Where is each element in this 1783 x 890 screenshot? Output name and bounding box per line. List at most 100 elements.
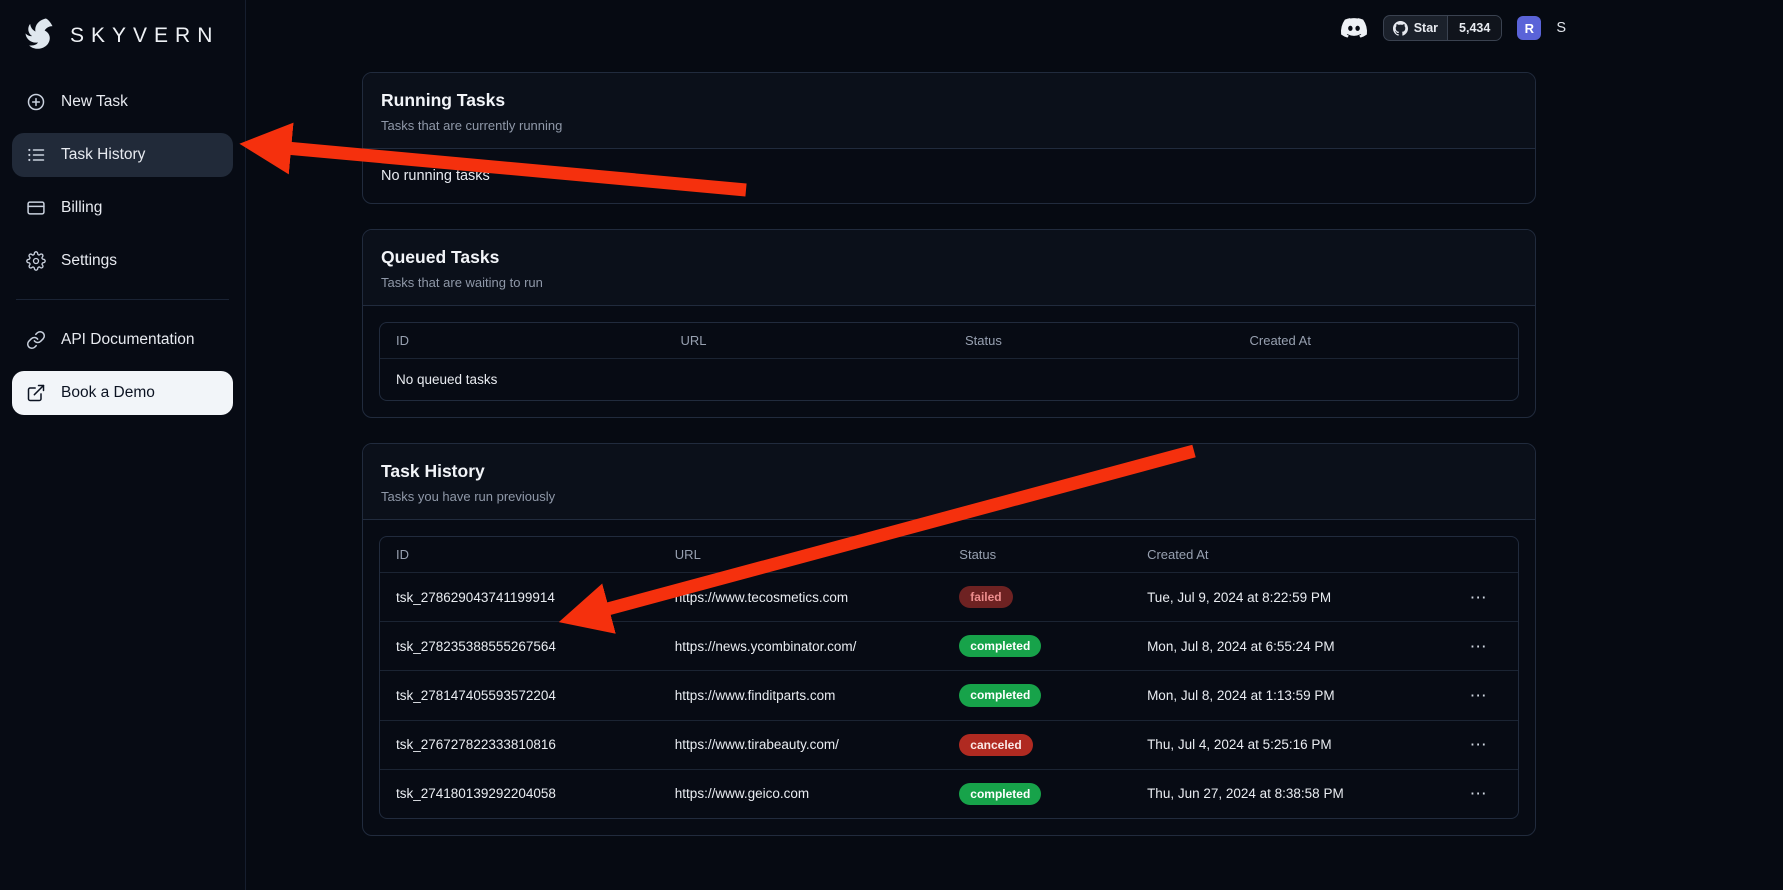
cell-url: https://www.geico.com xyxy=(659,769,944,818)
column-header-created-at: Created At xyxy=(1131,537,1438,573)
history-table-body: tsk_278629043741199914 https://www.tecos… xyxy=(380,573,1518,818)
cell-created: Thu, Jul 4, 2024 at 5:25:16 PM xyxy=(1131,720,1438,769)
task-history-table: ID URL Status Created At tsk_27862904374… xyxy=(379,536,1519,819)
card-title: Queued Tasks xyxy=(381,247,1517,268)
link-icon xyxy=(26,330,46,350)
sidebar-item-api-documentation[interactable]: API Documentation xyxy=(12,318,233,362)
cell-actions: ⋯ xyxy=(1438,622,1518,671)
cell-created: Mon, Jul 8, 2024 at 1:13:59 PM xyxy=(1131,671,1438,720)
cell-status: completed xyxy=(943,769,1131,818)
status-badge: completed xyxy=(959,684,1041,706)
table-row[interactable]: tsk_278147405593572204 https://www.findi… xyxy=(380,671,1518,720)
cell-url: https://news.ycombinator.com/ xyxy=(659,622,944,671)
running-tasks-card: Running Tasks Tasks that are currently r… xyxy=(362,72,1536,204)
cell-id: tsk_278235388555267564 xyxy=(380,622,659,671)
github-star-count[interactable]: 5,434 xyxy=(1447,16,1501,40)
card-subtitle: Tasks you have run previously xyxy=(381,489,1517,504)
github-star-label: Star xyxy=(1414,21,1438,35)
column-header-status: Status xyxy=(943,537,1131,573)
card-subtitle: Tasks that are currently running xyxy=(381,118,1517,133)
queued-tasks-card: Queued Tasks Tasks that are waiting to r… xyxy=(362,229,1536,418)
column-header-id: ID xyxy=(380,537,659,573)
plus-circle-icon xyxy=(26,92,46,112)
sidebar-item-task-history[interactable]: Task History xyxy=(12,133,233,177)
row-actions-button[interactable]: ⋯ xyxy=(1462,687,1495,704)
cell-actions: ⋯ xyxy=(1438,671,1518,720)
table-row[interactable]: tsk_276727822333810816 https://www.tirab… xyxy=(380,720,1518,769)
sidebar-item-label: New Task xyxy=(61,93,128,111)
row-actions-button[interactable]: ⋯ xyxy=(1462,785,1495,802)
sidebar: SKYVERN New Task Task History Billing xyxy=(0,0,246,890)
cell-id: tsk_276727822333810816 xyxy=(380,720,659,769)
cell-actions: ⋯ xyxy=(1438,573,1518,622)
card-subtitle: Tasks that are waiting to run xyxy=(381,275,1517,290)
github-star-button[interactable]: Star 5,434 xyxy=(1383,15,1503,41)
status-badge: completed xyxy=(959,635,1041,657)
cell-created: Thu, Jun 27, 2024 at 8:38:58 PM xyxy=(1131,769,1438,818)
cell-created: Mon, Jul 8, 2024 at 6:55:24 PM xyxy=(1131,622,1438,671)
cell-id: tsk_278147405593572204 xyxy=(380,671,659,720)
column-header-created-at: Created At xyxy=(1234,323,1519,359)
discord-icon[interactable] xyxy=(1340,16,1368,40)
column-header-id: ID xyxy=(380,323,665,359)
column-header-status: Status xyxy=(949,323,1234,359)
credit-card-icon xyxy=(26,198,46,218)
cell-created: Tue, Jul 9, 2024 at 8:22:59 PM xyxy=(1131,573,1438,622)
cell-status: canceled xyxy=(943,720,1131,769)
table-row[interactable]: tsk_274180139292204058 https://www.geico… xyxy=(380,769,1518,818)
sidebar-item-label: Billing xyxy=(61,199,102,217)
cell-url: https://www.tirabeauty.com/ xyxy=(659,720,944,769)
cell-url: https://www.tecosmetics.com xyxy=(659,573,944,622)
status-badge: completed xyxy=(959,783,1041,805)
sidebar-item-label: Task History xyxy=(61,146,145,164)
sidebar-divider xyxy=(16,299,229,300)
task-history-card: Task History Tasks you have run previous… xyxy=(362,443,1536,836)
column-header-actions xyxy=(1438,537,1518,573)
brand-name: SKYVERN xyxy=(70,24,219,48)
main-content: Running Tasks Tasks that are currently r… xyxy=(246,0,1783,890)
row-actions-button[interactable]: ⋯ xyxy=(1462,638,1495,655)
running-tasks-empty-state: No running tasks xyxy=(363,149,1535,203)
cell-actions: ⋯ xyxy=(1438,720,1518,769)
sidebar-item-new-task[interactable]: New Task xyxy=(12,80,233,124)
queued-tasks-header: Queued Tasks Tasks that are waiting to r… xyxy=(363,230,1535,306)
sidebar-item-settings[interactable]: Settings xyxy=(12,239,233,283)
skyvern-logo[interactable]: SKYVERN xyxy=(12,12,233,80)
external-link-icon xyxy=(26,383,46,403)
column-header-url: URL xyxy=(665,323,950,359)
cell-id: tsk_278629043741199914 xyxy=(380,573,659,622)
table-row[interactable]: tsk_278235388555267564 https://news.ycom… xyxy=(380,622,1518,671)
row-actions-button[interactable]: ⋯ xyxy=(1462,736,1495,753)
queued-tasks-empty-state: No queued tasks xyxy=(380,359,1518,401)
cell-url: https://www.finditparts.com xyxy=(659,671,944,720)
cell-actions: ⋯ xyxy=(1438,769,1518,818)
queued-tasks-table: ID URL Status Created At No queued tasks xyxy=(379,322,1519,401)
book-a-demo-button[interactable]: Book a Demo xyxy=(12,371,233,415)
skyvern-logo-icon xyxy=(20,16,60,56)
running-tasks-header: Running Tasks Tasks that are currently r… xyxy=(363,73,1535,149)
sidebar-item-billing[interactable]: Billing xyxy=(12,186,233,230)
column-header-url: URL xyxy=(659,537,944,573)
cell-id: tsk_274180139292204058 xyxy=(380,769,659,818)
card-title: Task History xyxy=(381,461,1517,482)
card-title: Running Tasks xyxy=(381,90,1517,111)
cell-status: failed xyxy=(943,573,1131,622)
sidebar-item-label: Settings xyxy=(61,252,117,270)
empty-row: No queued tasks xyxy=(380,359,1518,401)
gear-icon xyxy=(26,251,46,271)
table-row[interactable]: tsk_278629043741199914 https://www.tecos… xyxy=(380,573,1518,622)
status-badge: canceled xyxy=(959,734,1032,756)
row-actions-button[interactable]: ⋯ xyxy=(1462,589,1495,606)
status-badge: failed xyxy=(959,586,1012,608)
sidebar-item-label: Book a Demo xyxy=(61,384,155,402)
cell-status: completed xyxy=(943,622,1131,671)
github-icon xyxy=(1393,21,1408,36)
github-star-segment[interactable]: Star xyxy=(1384,16,1447,40)
topbar: Star 5,434 R S xyxy=(1340,15,1566,41)
cell-status: completed xyxy=(943,671,1131,720)
list-icon xyxy=(26,145,46,165)
user-name-partial: S xyxy=(1556,20,1566,36)
avatar[interactable]: R xyxy=(1517,16,1541,40)
task-history-header: Task History Tasks you have run previous… xyxy=(363,444,1535,520)
sidebar-item-label: API Documentation xyxy=(61,331,195,349)
